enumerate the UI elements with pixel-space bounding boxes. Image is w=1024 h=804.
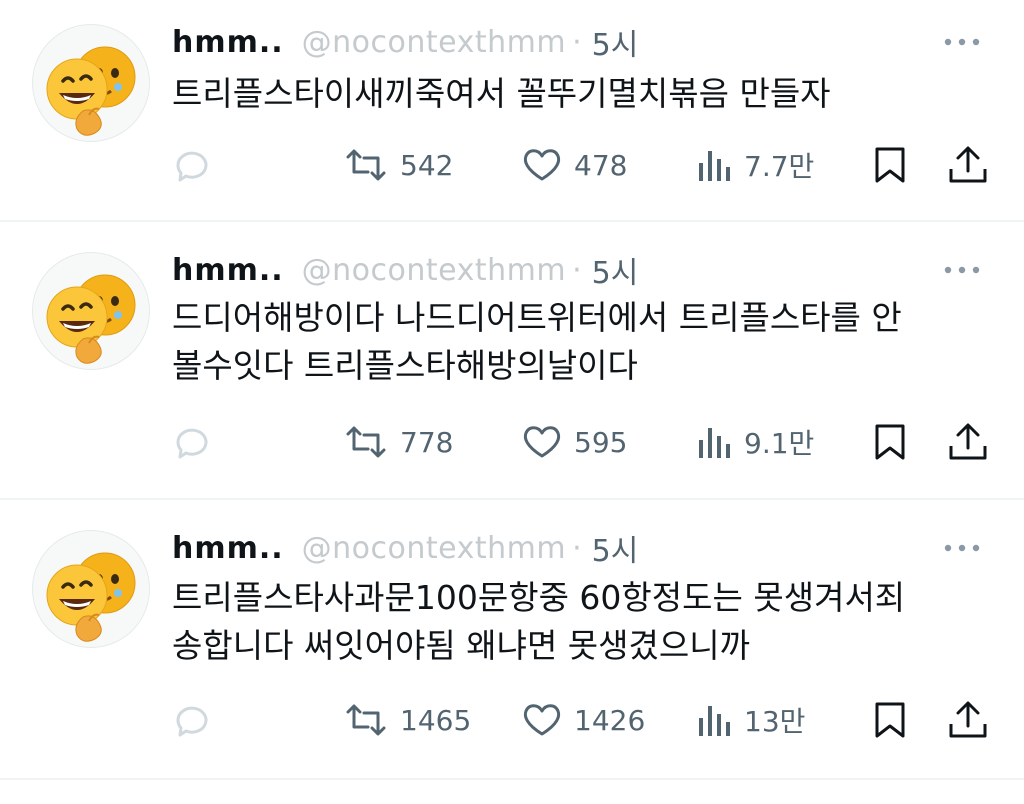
views-button[interactable]: 7.7만	[694, 145, 814, 185]
action-bar: 1465 1426 13만	[0, 700, 1024, 740]
action-bar: 542 478 7.7만	[0, 145, 1024, 185]
tweet-1[interactable]: hmm.. @nocontexthmm · 5시 트리플스타이새끼죽여서 꼴뚜기…	[0, 0, 1024, 220]
share-upload-icon	[949, 423, 987, 460]
avatar[interactable]	[32, 252, 150, 370]
views-button[interactable]: 13만	[694, 700, 805, 740]
heart-icon	[523, 704, 561, 736]
tweet-text: 트리플스타이새끼죽여서 꼴뚜기멸치볶음 만들자	[172, 74, 831, 113]
heart-icon	[523, 426, 561, 458]
avatar[interactable]	[32, 530, 150, 648]
handle[interactable]: @nocontexthmm	[302, 531, 566, 566]
like-count: 595	[574, 425, 628, 459]
separator-dot: ·	[572, 252, 582, 288]
tweet-2[interactable]: hmm.. @nocontexthmm · 5시 드디어해방이다 나드디어트위터…	[0, 222, 1024, 498]
like-count: 1426	[574, 703, 646, 737]
more-options-button[interactable]	[940, 528, 984, 568]
retweet-icon	[346, 704, 386, 736]
views-bar-chart-icon	[699, 428, 730, 458]
display-name[interactable]: hmm..	[172, 253, 284, 288]
tweet-header: hmm.. @nocontexthmm · 5시	[172, 248, 639, 292]
more-options-button[interactable]	[940, 22, 984, 62]
display-name[interactable]: hmm..	[172, 531, 284, 566]
share-button[interactable]	[946, 422, 990, 462]
view-count: 13만	[744, 705, 806, 738]
avatar-emoji-icon	[33, 531, 150, 648]
reply-bubble-icon	[176, 706, 208, 737]
tweet-text: 드디어해방이다 나드디어트위터에서 트리플스타를 안 볼수잇다 트리플스타해방의…	[172, 298, 902, 385]
share-upload-icon	[949, 146, 987, 183]
share-upload-icon	[949, 701, 987, 738]
tweet-3[interactable]: hmm.. @nocontexthmm · 5시 트리플스타사과문100문항중 …	[0, 500, 1024, 778]
view-count: 7.7만	[744, 150, 815, 183]
bookmark-button[interactable]	[870, 700, 910, 740]
more-dots-icon	[944, 38, 980, 46]
tweet-header: hmm.. @nocontexthmm · 5시	[172, 526, 639, 570]
timestamp[interactable]: 5시	[592, 20, 639, 64]
views-bar-chart-icon	[699, 706, 730, 736]
retweet-icon	[346, 426, 386, 458]
tweet-header: hmm.. @nocontexthmm · 5시	[172, 20, 639, 64]
bookmark-icon	[875, 424, 905, 460]
views-bar-chart-icon	[699, 151, 730, 181]
avatar-emoji-icon	[33, 253, 150, 370]
share-button[interactable]	[946, 700, 990, 740]
separator-dot: ·	[572, 24, 582, 60]
retweet-button[interactable]: 1465	[342, 700, 471, 740]
retweet-count: 778	[400, 425, 454, 459]
like-button[interactable]: 595	[520, 422, 627, 462]
bookmark-button[interactable]	[870, 422, 910, 462]
retweet-count: 542	[400, 148, 454, 182]
timestamp[interactable]: 5시	[592, 248, 639, 292]
like-button[interactable]: 478	[520, 145, 627, 185]
heart-icon	[523, 149, 561, 181]
bookmark-icon	[875, 702, 905, 738]
reply-button[interactable]	[170, 422, 224, 462]
reply-bubble-icon	[176, 151, 208, 182]
more-dots-icon	[944, 544, 980, 552]
display-name[interactable]: hmm..	[172, 25, 284, 60]
more-dots-icon	[944, 266, 980, 274]
action-bar: 778 595 9.1만	[0, 422, 1024, 462]
separator-dot: ·	[572, 530, 582, 566]
share-button[interactable]	[946, 145, 990, 185]
avatar-emoji-icon	[33, 25, 150, 142]
bookmark-button[interactable]	[870, 145, 910, 185]
retweet-icon	[346, 149, 386, 181]
like-button[interactable]: 1426	[520, 700, 645, 740]
reply-button[interactable]	[170, 145, 224, 185]
tweet-text: 트리플스타사과문100문항중 60항정도는 못생겨서죄 송합니다 써잇어야됨 왜…	[172, 578, 906, 665]
reply-button[interactable]	[170, 700, 224, 740]
timestamp[interactable]: 5시	[592, 526, 639, 570]
retweet-count: 1465	[400, 703, 472, 737]
retweet-button[interactable]: 778	[342, 422, 453, 462]
tweet-divider	[0, 778, 1024, 780]
view-count: 9.1만	[744, 427, 815, 460]
reply-bubble-icon	[176, 428, 208, 459]
handle[interactable]: @nocontexthmm	[302, 25, 566, 60]
more-options-button[interactable]	[940, 250, 984, 290]
views-button[interactable]: 9.1만	[694, 422, 814, 462]
handle[interactable]: @nocontexthmm	[302, 253, 566, 288]
bookmark-icon	[875, 147, 905, 183]
retweet-button[interactable]: 542	[342, 145, 453, 185]
like-count: 478	[574, 148, 628, 182]
avatar[interactable]	[32, 24, 150, 142]
